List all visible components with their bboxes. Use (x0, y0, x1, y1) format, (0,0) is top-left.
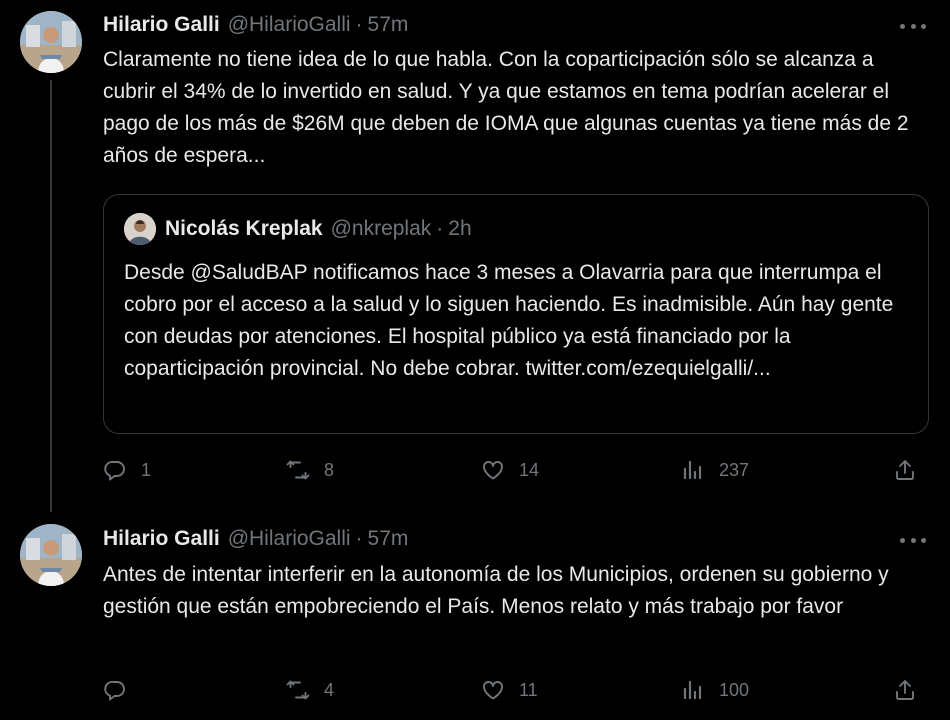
share-icon (896, 680, 914, 700)
like-icon (483, 681, 503, 700)
like-button[interactable]: 11 (481, 675, 538, 705)
separator-dot: · (355, 13, 363, 36)
retweet-icon (286, 460, 310, 480)
author-name[interactable]: Hilario Galli (103, 527, 220, 551)
avatar (124, 213, 156, 245)
author-name[interactable]: Hilario Galli (103, 13, 220, 37)
author-handle[interactable]: @HilarioGalli (228, 527, 351, 551)
reply-button[interactable]: 1 (103, 455, 151, 485)
timestamp: 2h (448, 217, 472, 240)
quote-text: Desde @SaludBAP notificamos hace 3 meses… (124, 261, 894, 380)
reply-count: 1 (141, 459, 152, 480)
tweet-text: Claramente no tiene idea de lo que habla… (103, 48, 909, 167)
timestamp[interactable]: 57m (368, 527, 409, 551)
more-icon[interactable] (900, 528, 926, 552)
like-count: 14 (519, 459, 540, 480)
share-button[interactable] (893, 455, 917, 485)
quoted-tweet[interactable]: Nicolás Kreplak @nkreplak · 2h Desde @Sa… (103, 194, 929, 434)
separator-dot: · (436, 217, 444, 240)
like-icon (483, 461, 503, 480)
author-handle: @nkreplak (330, 217, 432, 240)
avatar[interactable] (20, 11, 82, 73)
retweet-icon (286, 680, 310, 700)
quote-header: Nicolás Kreplak @nkreplak · 2h (124, 213, 472, 245)
views-icon (683, 460, 702, 480)
tweet-header: Hilario Galli @HilarioGalli · 57m (103, 524, 408, 554)
views-count: 100 (719, 679, 750, 700)
like-button[interactable]: 14 (481, 455, 539, 485)
author-handle[interactable]: @HilarioGalli (228, 13, 351, 37)
retweet-count: 8 (324, 459, 335, 480)
reply-button[interactable] (103, 675, 141, 705)
share-icon (896, 460, 914, 480)
avatar[interactable] (20, 524, 82, 586)
views-count: 237 (719, 459, 750, 480)
retweet-button[interactable]: 8 (286, 455, 334, 485)
timestamp[interactable]: 57m (368, 13, 409, 37)
reply-icon (104, 461, 125, 481)
retweet-count: 4 (324, 679, 335, 700)
action-bar: 1 8 14 237 (103, 455, 929, 485)
like-count: 11 (519, 679, 538, 700)
action-bar: 4 11 100 (103, 675, 929, 705)
views-icon (683, 680, 702, 700)
tweet[interactable]: Hilario Galli @HilarioGalli · 57m Antes … (0, 515, 950, 720)
share-button[interactable] (893, 675, 917, 705)
separator-dot: · (355, 527, 363, 550)
more-icon[interactable] (900, 14, 926, 38)
tweet-header: Hilario Galli @HilarioGalli · 57m (103, 10, 408, 40)
timeline: Hilario Galli @HilarioGalli · 57m Claram… (0, 0, 950, 720)
tweet[interactable]: Hilario Galli @HilarioGalli · 57m Claram… (0, 0, 950, 515)
author-name: Nicolás Kreplak (165, 217, 323, 240)
views-button[interactable]: 100 (681, 675, 749, 705)
views-button[interactable]: 237 (681, 455, 749, 485)
reply-icon (104, 681, 125, 701)
retweet-button[interactable]: 4 (286, 675, 334, 705)
tweet-text: Antes de intentar interferir en la auton… (103, 563, 889, 618)
